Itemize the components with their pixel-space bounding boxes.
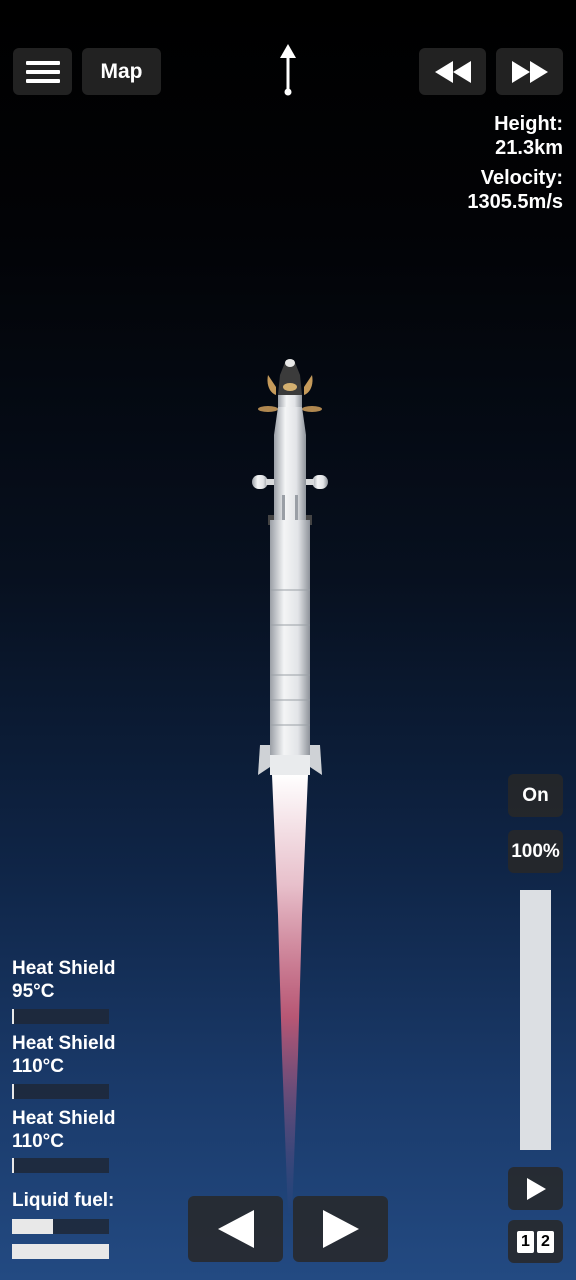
heat-shield-tick-1 [12,1009,14,1024]
heat-shield-gauge-1: Heat Shield 95°C [12,957,115,1003]
gauge-name: Heat Shield [12,1033,116,1054]
fuel-stage-bar [12,1219,109,1234]
map-button[interactable]: Map [82,48,161,95]
heat-shield-tick-2 [12,1084,14,1099]
heat-shield-tick-3 [12,1158,14,1173]
play-button[interactable] [508,1167,563,1210]
fast-forward-icon [511,60,548,83]
velocity-value: 1305.5m/s [467,191,563,213]
rotate-right-icon [322,1210,359,1248]
exhaust-plume [272,775,308,1215]
rewind-button[interactable] [419,48,486,95]
engine-toggle-button[interactable]: On [508,774,563,817]
height-label: Height: [494,113,563,135]
stage-button[interactable]: 1 2 [508,1220,563,1263]
gauge-name: Heat Shield [12,958,116,979]
fast-forward-button[interactable] [496,48,563,95]
heat-shield-gauge-3: Heat Shield 110°C [12,1107,115,1153]
gauge-value: 110°C [12,1056,64,1077]
heading-arrow-icon [280,44,296,96]
stage-number-1: 1 [517,1230,534,1253]
fuel-total-bar [12,1244,109,1259]
throttle-percent-button[interactable]: 100% [508,830,563,873]
play-icon [526,1177,546,1200]
gauge-value: 95°C [12,981,55,1002]
gauge-name: Heat Shield [12,1108,116,1129]
rotate-left-button[interactable] [188,1196,283,1262]
fuel-label: Liquid fuel: [12,1190,115,1211]
heat-shield-bar-1 [12,1009,109,1024]
throttle-slider[interactable] [520,890,551,1150]
throttle-fill [520,890,551,1150]
velocity-readout: Velocity: 1305.5m/s [467,166,563,214]
heat-shield-bar-3 [12,1158,109,1173]
heat-shield-bar-2 [12,1084,109,1099]
menu-button[interactable] [13,48,72,95]
velocity-label: Velocity: [480,167,563,189]
rotate-left-icon [217,1210,254,1248]
rocket [252,359,328,1215]
rewind-icon [434,60,471,83]
stage-number-2: 2 [537,1230,554,1253]
hamburger-menu-icon [25,56,60,88]
liquid-fuel-gauge: Liquid fuel: [12,1189,114,1212]
height-readout: Height: 21.3km [494,112,563,160]
rotate-right-button[interactable] [293,1196,388,1262]
heat-shield-gauge-2: Heat Shield 110°C [12,1032,115,1078]
height-value: 21.3km [495,137,563,159]
gauge-value: 110°C [12,1131,64,1152]
